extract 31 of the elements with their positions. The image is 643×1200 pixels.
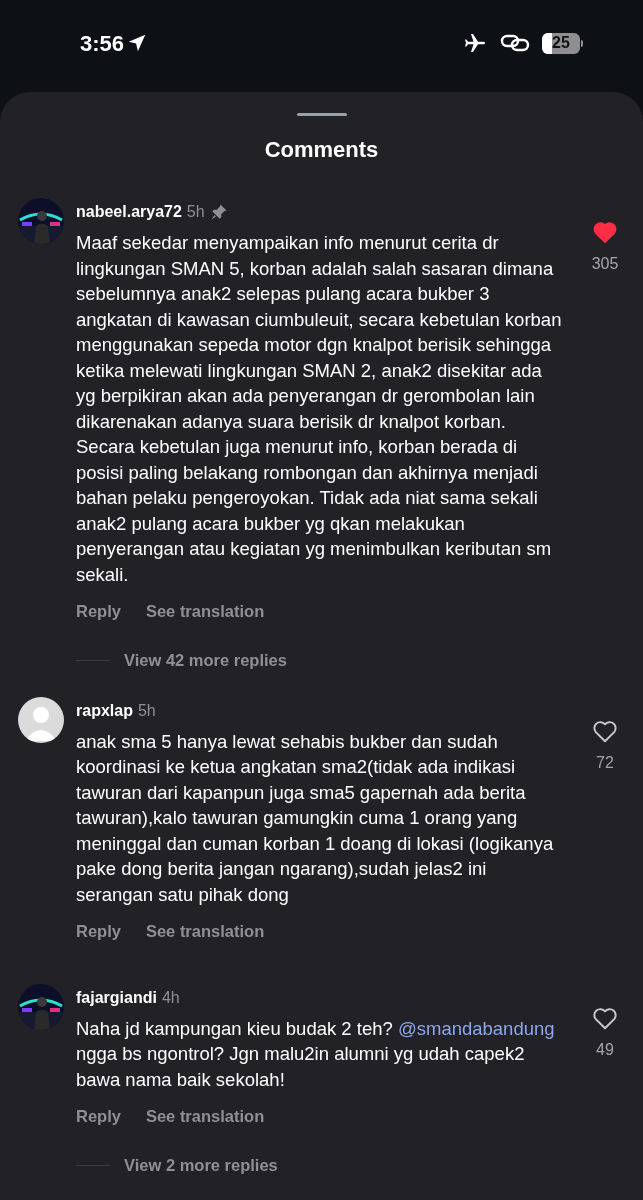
username[interactable]: fajargiandi xyxy=(76,985,157,1010)
view-replies-button[interactable]: View 42 more replies xyxy=(124,647,287,673)
comment-age: 4h xyxy=(161,987,180,1008)
reply-button[interactable]: Reply xyxy=(76,919,121,944)
comment-text: Maaf sekedar menyampaikan info menurut cerita dr lingkungan SMAN 5, korban adalah salah sasaran dimana sebelumnya anak2 selepas pulang acara bukber 3 angkatan di kawasan ciumbuleuit, secara kebetulan korban menggunakan sepeda motor dgn knalpot berisik sehingga ketika melewati lingkungan SMAN 2, anak2 disekitar ada yg berpikiran akan ada penyerangan dr gerombolan lain dikarenakan adanya suara berisik dr knalpot korban. Secara kebetulan juga menurut info, korban berada di posisi paling belakang rombongan dan akhirnya menjadi bahan pelaku pengeroyokan. Tidak ada niat sama sekali anak2 pulang acara bukber yg qkan melakukan penyerangan atau kegiatan yg menimbulkan keributan sm sekali. xyxy=(76,231,563,587)
like-count: 49 xyxy=(596,1039,614,1060)
heart-icon[interactable] xyxy=(592,220,618,244)
link-icon xyxy=(500,33,530,53)
like-count: 72 xyxy=(596,752,614,773)
see-translation-button[interactable]: See translation xyxy=(145,1104,265,1129)
comment-text: Naha jd kampungan kieu budak 2 teh? @smandabandung ngga bs ngontrol? Jgn malu2in alumni yg udah capek2 bawa nama baik sekolah! xyxy=(76,1016,556,1092)
comment-text: anak sma 5 hanya lewat sehabis bukber dan sudah koordinasi ke ketua angkatan sma2(tidak ada indikasi tawuran dari kapanpun juga sma5 gapernah ada berita tawuran),kalo tawuran gamungkin cuma 1 orang yang meninggal dan cuman korban 1 doang di lokasi (logikanya pake dong berita jangan ngarang),sudah jelas2 ini serangan satu pihak dong xyxy=(76,729,555,907)
see-translation-button[interactable]: See translation xyxy=(145,919,265,944)
comment-age: 5h xyxy=(137,700,156,721)
reply-button[interactable]: Reply xyxy=(76,1104,121,1129)
like-count: 305 xyxy=(591,254,619,274)
see-translation-button[interactable]: See translation xyxy=(145,599,265,624)
view-replies-button[interactable]: View 2 more replies xyxy=(124,1153,278,1178)
heart-icon[interactable] xyxy=(592,1005,618,1030)
heart-icon[interactable] xyxy=(592,718,618,743)
comment-age: 5h xyxy=(186,202,205,222)
battery-icon: 25 xyxy=(542,32,583,54)
username[interactable]: rapxlap xyxy=(76,698,133,723)
mention-link[interactable]: @smandabandung xyxy=(397,1017,555,1039)
reply-button[interactable]: Reply xyxy=(76,599,121,624)
drag-handle[interactable] xyxy=(296,113,347,116)
clock-time: 3:56 xyxy=(80,29,125,58)
default-avatar-icon[interactable] xyxy=(18,696,64,743)
airplane-icon xyxy=(462,31,488,55)
sheet-title: Comments xyxy=(264,136,379,164)
username[interactable]: nabeel.arya72 xyxy=(76,200,182,224)
